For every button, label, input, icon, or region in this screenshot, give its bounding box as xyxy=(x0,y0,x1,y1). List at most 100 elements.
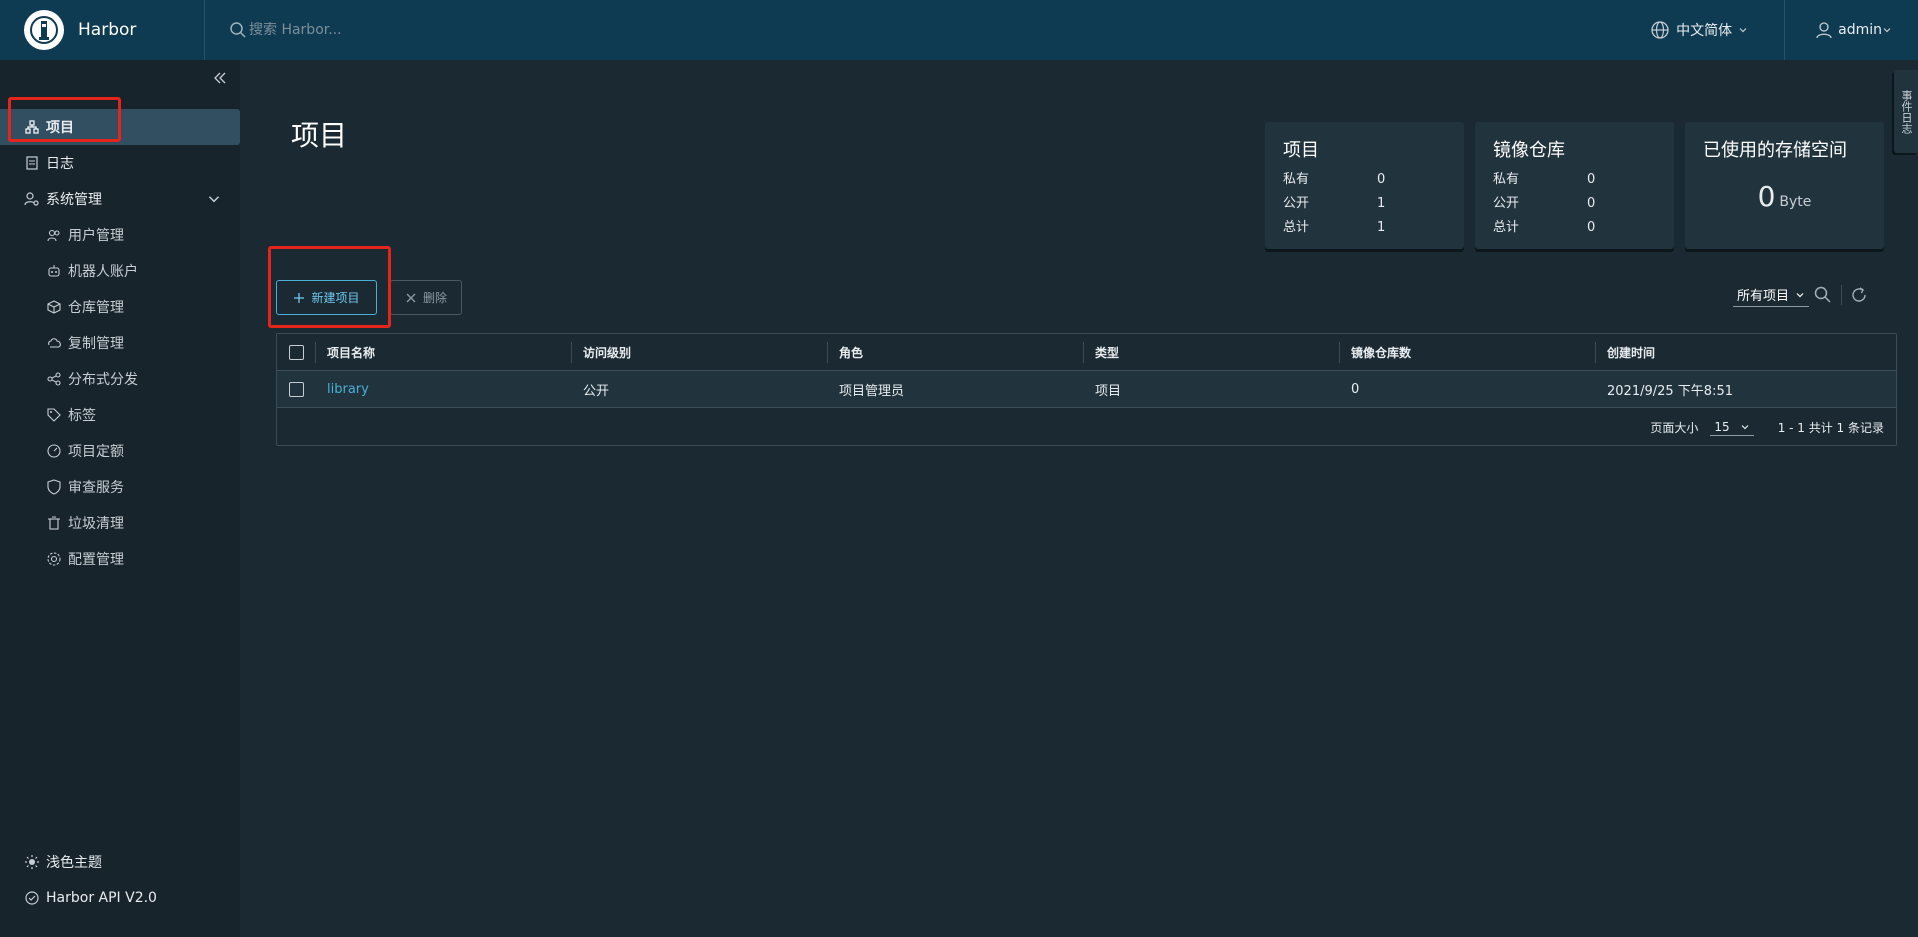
close-icon xyxy=(406,293,416,302)
sidebar-item-configuration[interactable]: 配置管理 xyxy=(0,541,124,577)
column-divider xyxy=(1595,342,1596,363)
sidebar-item-distribution[interactable]: 分布式分发 xyxy=(0,361,138,397)
type: 项目 xyxy=(1095,384,1122,399)
storage-unit: Byte xyxy=(1779,194,1812,210)
chevron-down-icon xyxy=(208,196,220,203)
column-divider xyxy=(827,342,828,363)
project-filter-select[interactable]: 所有项目 xyxy=(1733,283,1810,307)
sidebar-item-label: 审查服务 xyxy=(68,480,124,496)
sidebar-item-label: 系统管理 xyxy=(46,192,102,208)
theme-toggle[interactable]: 浅色主题 xyxy=(0,844,102,880)
delete-button[interactable]: 删除 xyxy=(390,280,462,315)
column-divider xyxy=(315,342,316,363)
api-icon xyxy=(25,891,39,905)
table-row[interactable]: library 公开 项目管理员 项目 0 2021/9/25 下午8:51 xyxy=(277,371,1896,408)
column-header[interactable]: 创建时间 xyxy=(1607,334,1655,371)
page-size-value: 15 xyxy=(1714,419,1730,434)
api-label: Harbor API V2.0 xyxy=(46,890,157,906)
row-checkbox[interactable] xyxy=(289,382,304,397)
sidebar-item-gc[interactable]: 垃圾清理 xyxy=(0,505,124,541)
registry-icon xyxy=(47,300,61,314)
table-header: 项目名称 访问级别 角色 类型 镜像仓库数 创建时间 xyxy=(277,334,1896,371)
robot-icon xyxy=(48,265,60,277)
column-header[interactable]: 角色 xyxy=(839,334,863,371)
filter-selected: 所有项目 xyxy=(1737,289,1790,304)
creation-time: 2021/9/25 下午8:51 xyxy=(1607,384,1733,399)
column-header[interactable]: 项目名称 xyxy=(327,334,375,371)
stat-value: 0 xyxy=(1587,172,1596,187)
stat-value: 1 xyxy=(1377,196,1386,211)
sidebar-item-label: 用户管理 xyxy=(68,228,124,244)
stat-label: 总计 xyxy=(1283,220,1310,235)
stat-label: 私有 xyxy=(1283,172,1310,187)
project-name-link[interactable]: library xyxy=(327,371,369,408)
column-header[interactable]: 访问级别 xyxy=(583,334,631,371)
storage-value: 0 xyxy=(1757,180,1776,213)
sidebar-item-label: 项目定额 xyxy=(68,444,124,460)
stat-label: 公开 xyxy=(1493,196,1520,211)
search-input[interactable] xyxy=(249,22,549,38)
sidebar-item-system-admin[interactable]: 系统管理 xyxy=(0,181,240,217)
sidebar-item-replication[interactable]: 复制管理 xyxy=(0,325,124,361)
collapse-sidebar-icon[interactable] xyxy=(210,68,230,88)
language-label: 中文简体 xyxy=(1676,23,1733,39)
api-link[interactable]: Harbor API V2.0 xyxy=(0,880,157,916)
event-log-label: 事件日志 xyxy=(1900,89,1913,134)
card-title: 镜像仓库 xyxy=(1493,140,1565,161)
sidebar-item-labels[interactable]: 标签 xyxy=(0,397,96,433)
chevron-down-icon xyxy=(1883,28,1891,33)
stat-label: 公开 xyxy=(1283,196,1310,211)
sidebar-item-robots[interactable]: 机器人账户 xyxy=(0,253,138,289)
column-divider xyxy=(1083,342,1084,363)
role: 项目管理员 xyxy=(839,384,905,399)
stat-value: 1 xyxy=(1377,220,1386,235)
global-search[interactable] xyxy=(229,0,549,60)
table-footer: 页面大小 15 1 - 1 共计 1 条记录 xyxy=(277,408,1896,446)
page-title: 项目 xyxy=(291,119,348,152)
card-title: 已使用的存储空间 xyxy=(1703,140,1847,161)
sidebar-item-interrogation[interactable]: 审查服务 xyxy=(0,469,124,505)
harbor-logo-icon xyxy=(24,10,64,50)
sidebar-item-logs[interactable]: 日志 xyxy=(0,145,74,181)
sidebar-item-registries[interactable]: 仓库管理 xyxy=(0,289,124,325)
stat-label: 私有 xyxy=(1493,172,1520,187)
sidebar-item-label: 仓库管理 xyxy=(68,300,124,316)
user-menu[interactable]: admin xyxy=(1785,0,1918,60)
repo-count: 0 xyxy=(1351,382,1360,397)
column-header[interactable]: 镜像仓库数 xyxy=(1351,334,1411,371)
chevron-down-icon xyxy=(1796,292,1804,297)
user-icon xyxy=(1816,22,1832,39)
sidebar-item-label: 日志 xyxy=(46,156,74,172)
repos-summary-card: 镜像仓库 私有 0 公开 0 总计 0 xyxy=(1475,122,1674,249)
column-divider xyxy=(571,342,572,363)
language-switcher[interactable]: 中文简体 xyxy=(1650,0,1786,60)
replication-icon xyxy=(48,338,61,348)
access-level: 公开 xyxy=(583,384,610,399)
column-header[interactable]: 类型 xyxy=(1095,334,1119,371)
top-header: Harbor 中文简体 admin xyxy=(0,0,1918,60)
column-divider xyxy=(1339,342,1340,363)
search-icon xyxy=(230,22,246,38)
stat-value: 0 xyxy=(1587,196,1596,211)
chevron-down-icon xyxy=(1739,28,1747,33)
search-icon[interactable] xyxy=(1813,285,1833,305)
sun-icon xyxy=(25,855,39,869)
sidebar-item-users[interactable]: 用户管理 xyxy=(0,217,124,253)
sidebar-item-label: 复制管理 xyxy=(68,336,124,352)
event-log-tab[interactable]: 事件日志 xyxy=(1894,70,1918,153)
card-title: 项目 xyxy=(1283,140,1319,161)
pagination-summary: 1 - 1 共计 1 条记录 xyxy=(1777,420,1884,435)
quota-icon xyxy=(47,444,61,458)
distribution-icon xyxy=(47,372,61,386)
select-all-checkbox[interactable] xyxy=(289,345,304,360)
refresh-icon[interactable] xyxy=(1850,286,1868,304)
gear-icon xyxy=(47,552,61,566)
globe-icon xyxy=(1651,21,1669,39)
brand[interactable]: Harbor xyxy=(0,0,205,60)
page-size-select[interactable]: 15 xyxy=(1710,419,1754,436)
sidebar-item-quotas[interactable]: 项目定额 xyxy=(0,433,124,469)
trash-icon xyxy=(48,516,60,530)
log-icon xyxy=(26,156,38,170)
sidebar-item-label: 垃圾清理 xyxy=(68,516,124,532)
sidebar-item-label: 机器人账户 xyxy=(68,264,138,280)
